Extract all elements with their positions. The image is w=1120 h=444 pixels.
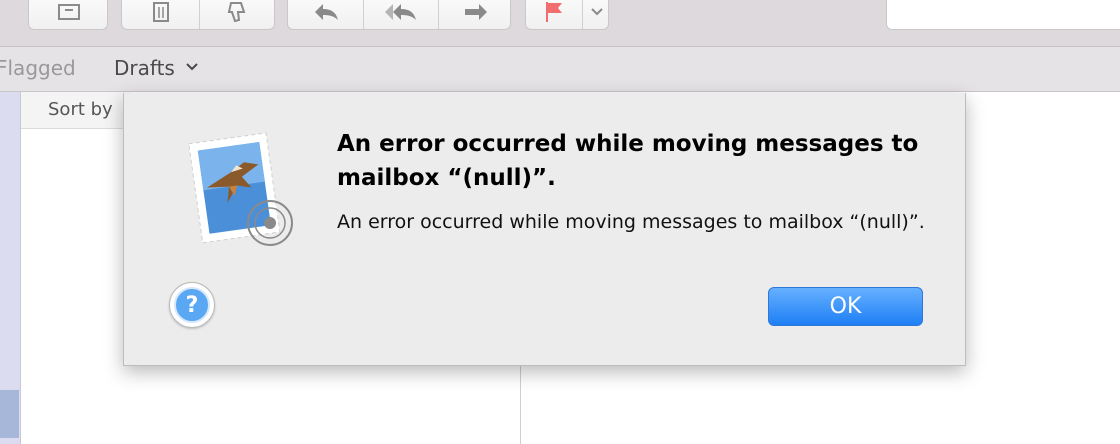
sort-by-label: Sort by [48,99,113,120]
archive-button[interactable] [28,0,108,30]
delete-junk-group [121,0,275,30]
error-dialog: An error occurred while moving messages … [123,93,966,366]
sidebar-selected-item[interactable] [0,390,19,438]
search-input[interactable] [886,0,1120,30]
help-button[interactable]: ? [169,282,215,328]
archive-icon [29,0,109,29]
ok-button[interactable]: OK [768,287,923,326]
trash-icon[interactable] [122,0,199,29]
flag-group [525,0,609,30]
flag-icon[interactable] [526,0,582,29]
forward-icon[interactable] [439,0,512,29]
dialog-message: An error occurred while moving messages … [337,211,925,233]
dialog-title: An error occurred while moving messages … [337,131,919,191]
favorite-flagged[interactable]: Flagged [0,56,76,80]
favorite-drafts-label: Drafts [114,56,175,80]
reply-icon[interactable] [288,0,363,29]
pane-divider[interactable] [520,366,521,444]
sidebar [0,92,21,444]
mail-stamp-icon [186,127,296,257]
chevron-down-icon[interactable] [583,0,610,29]
toolbar [0,0,1120,47]
junk-icon[interactable] [200,0,276,29]
message-list-header[interactable]: Sort by [21,92,131,129]
favorite-drafts[interactable]: Drafts [114,56,199,80]
chevron-down-icon [186,63,198,71]
reply-group [287,0,511,30]
reply-all-icon[interactable] [364,0,438,29]
question-mark-icon: ? [174,287,210,323]
favorites-bar: Flagged Drafts [0,47,1120,92]
